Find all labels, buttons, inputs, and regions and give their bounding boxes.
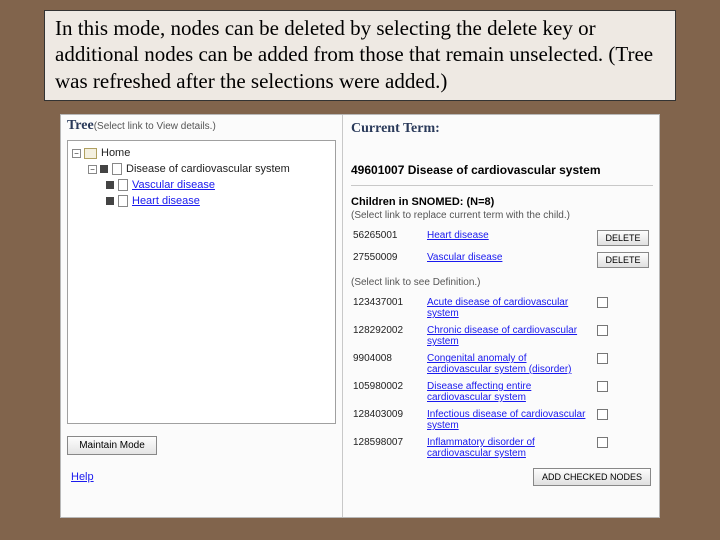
add-checkbox[interactable]	[597, 353, 608, 364]
maintain-mode-button[interactable]: Maintain Mode	[67, 436, 157, 455]
child-code: 128598007	[351, 434, 425, 462]
children-unselected-table: 123437001Acute disease of cardiovascular…	[351, 294, 653, 462]
caption-text: In this mode, nodes can be deleted by se…	[55, 16, 653, 93]
child-code: 56265001	[351, 227, 425, 249]
child-name: Acute disease of cardiovascular system	[425, 294, 595, 322]
term-pane: Current Term: 49601007 Disease of cardio…	[343, 115, 659, 517]
delete-button[interactable]: DELETE	[597, 230, 649, 246]
child-row-unselected: 9904008Congenital anomaly of cardiovascu…	[351, 350, 653, 378]
child-name: Chronic disease of cardiovascular system	[425, 322, 595, 350]
tree-node-root[interactable]: − Home	[70, 145, 333, 161]
child-row-unselected: 128292002Chronic disease of cardiovascul…	[351, 322, 653, 350]
tree-node-label[interactable]: Heart disease	[132, 195, 200, 207]
children-hint-selected: (Select link to replace current term wit…	[351, 210, 653, 221]
tree-node-disease-cv[interactable]: − Disease of cardiovascular system	[70, 161, 333, 177]
selected-marker-icon	[106, 181, 114, 189]
child-name: Heart disease	[425, 227, 595, 249]
tree-heading: Tree(Select link to View details.)	[61, 115, 342, 138]
children-selected-table: 56265001Heart diseaseDELETE27550009Vascu…	[351, 227, 653, 271]
tree-node-heart[interactable]: Heart disease	[70, 193, 333, 209]
child-code: 123437001	[351, 294, 425, 322]
add-checkbox[interactable]	[597, 381, 608, 392]
current-term-value: 49601007 Disease of cardiovascular syste…	[351, 141, 653, 183]
child-link[interactable]: Disease affecting entire cardiovascular …	[427, 381, 531, 403]
collapse-icon[interactable]: −	[88, 165, 97, 174]
page-icon	[118, 195, 128, 207]
child-name: Disease affecting entire cardiovascular …	[425, 378, 595, 406]
child-link[interactable]: Chronic disease of cardiovascular system	[427, 325, 577, 347]
child-link[interactable]: Infectious disease of cardiovascular sys…	[427, 409, 585, 431]
child-link[interactable]: Vascular disease	[427, 252, 502, 263]
tree-node-vascular[interactable]: Vascular disease	[70, 177, 333, 193]
child-name: Infectious disease of cardiovascular sys…	[425, 406, 595, 434]
child-name: Congenital anomaly of cardiovascular sys…	[425, 350, 595, 378]
tree-node-label: Home	[101, 147, 130, 159]
tree-toolbar: Maintain Mode	[61, 430, 342, 461]
child-row-unselected: 128598007Inflammatory disorder of cardio…	[351, 434, 653, 462]
child-name: Inflammatory disorder of cardiovascular …	[425, 434, 595, 462]
current-term-heading: Current Term:	[351, 118, 653, 141]
child-code: 105980002	[351, 378, 425, 406]
add-checkbox[interactable]	[597, 409, 608, 420]
child-code: 128403009	[351, 406, 425, 434]
add-bar: ADD CHECKED NODES	[351, 462, 653, 486]
selected-marker-icon	[106, 197, 114, 205]
app-panel: Tree(Select link to View details.) − Hom…	[60, 114, 660, 518]
children-heading: Children in SNOMED: (N=8)	[351, 196, 653, 208]
add-checkbox[interactable]	[597, 437, 608, 448]
divider	[351, 185, 653, 186]
selected-marker-icon	[100, 165, 108, 173]
child-name: Vascular disease	[425, 249, 595, 271]
child-row-unselected: 105980002Disease affecting entire cardio…	[351, 378, 653, 406]
child-code: 9904008	[351, 350, 425, 378]
folder-icon	[84, 148, 97, 159]
collapse-icon[interactable]: −	[72, 149, 81, 158]
tree-node-label[interactable]: Vascular disease	[132, 179, 215, 191]
tree-heading-label: Tree	[67, 118, 94, 133]
add-checkbox[interactable]	[597, 325, 608, 336]
tree-pane: Tree(Select link to View details.) − Hom…	[61, 115, 343, 517]
child-row-selected: 27550009Vascular disease DELETE	[351, 249, 653, 271]
child-link[interactable]: Heart disease	[427, 230, 489, 241]
child-link[interactable]: Inflammatory disorder of cardiovascular …	[427, 437, 535, 459]
child-row-selected: 56265001Heart disease DELETE	[351, 227, 653, 249]
children-hint-unselected: (Select link to see Definition.)	[351, 277, 653, 288]
help-link[interactable]: Help	[71, 471, 94, 483]
child-link[interactable]: Acute disease of cardiovascular system	[427, 297, 568, 319]
add-checkbox[interactable]	[597, 297, 608, 308]
child-code: 128292002	[351, 322, 425, 350]
page-icon	[112, 163, 122, 175]
add-checked-nodes-button[interactable]: ADD CHECKED NODES	[533, 468, 651, 486]
child-row-unselected: 123437001Acute disease of cardiovascular…	[351, 294, 653, 322]
child-row-unselected: 128403009Infectious disease of cardiovas…	[351, 406, 653, 434]
child-code: 27550009	[351, 249, 425, 271]
page-icon	[118, 179, 128, 191]
tree-view[interactable]: − Home − Disease of cardiovascular syste…	[67, 140, 336, 424]
child-link[interactable]: Congenital anomaly of cardiovascular sys…	[427, 353, 572, 375]
tree-node-label: Disease of cardiovascular system	[126, 163, 290, 175]
delete-button[interactable]: DELETE	[597, 252, 649, 268]
caption-box: In this mode, nodes can be deleted by se…	[44, 10, 676, 101]
tree-heading-hint: (Select link to View details.)	[94, 121, 216, 132]
